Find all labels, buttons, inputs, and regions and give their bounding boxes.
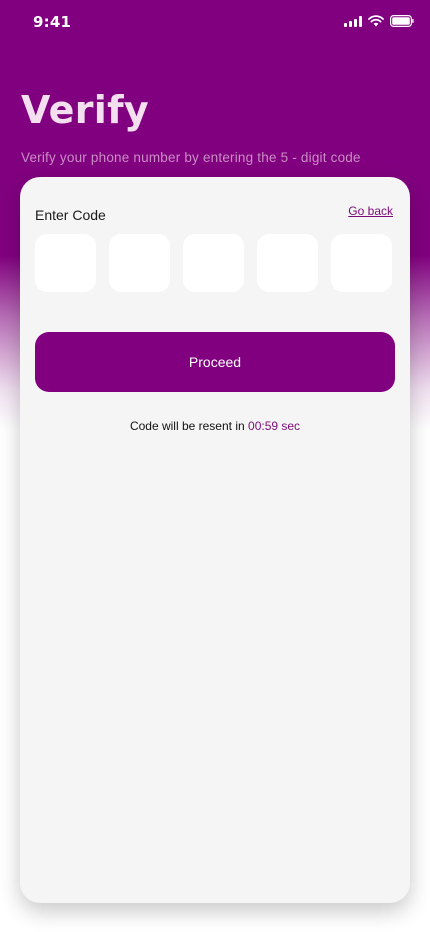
code-digit-2[interactable] bbox=[109, 234, 170, 292]
resend-timer: 00:59 sec bbox=[248, 419, 301, 433]
resend-text: Code will be resent in bbox=[129, 419, 245, 433]
go-back-link[interactable]: Go back bbox=[348, 204, 393, 218]
wifi-icon bbox=[368, 15, 384, 27]
proceed-button[interactable]: Proceed bbox=[35, 332, 395, 392]
code-digit-5[interactable] bbox=[331, 234, 392, 292]
status-time: 9:41 bbox=[33, 13, 72, 31]
code-digit-3[interactable] bbox=[183, 234, 244, 292]
proceed-button-label: Proceed bbox=[188, 354, 242, 370]
page-subtitle: Verify your phone number by entering the… bbox=[21, 150, 361, 165]
signal-icon bbox=[344, 15, 362, 27]
code-digit-4[interactable] bbox=[257, 234, 318, 292]
code-input-group bbox=[35, 234, 392, 292]
status-bar: 9:41 bbox=[0, 0, 430, 44]
code-digit-1[interactable] bbox=[35, 234, 96, 292]
status-icons bbox=[344, 15, 414, 27]
resend-info: Code will be resent in 00:59 sec bbox=[20, 419, 410, 433]
code-label: Enter Code bbox=[35, 207, 106, 223]
battery-icon bbox=[390, 15, 414, 27]
page-title: Verify bbox=[21, 88, 149, 132]
verify-card: Enter Code Go back Proceed Code will be … bbox=[20, 177, 410, 903]
